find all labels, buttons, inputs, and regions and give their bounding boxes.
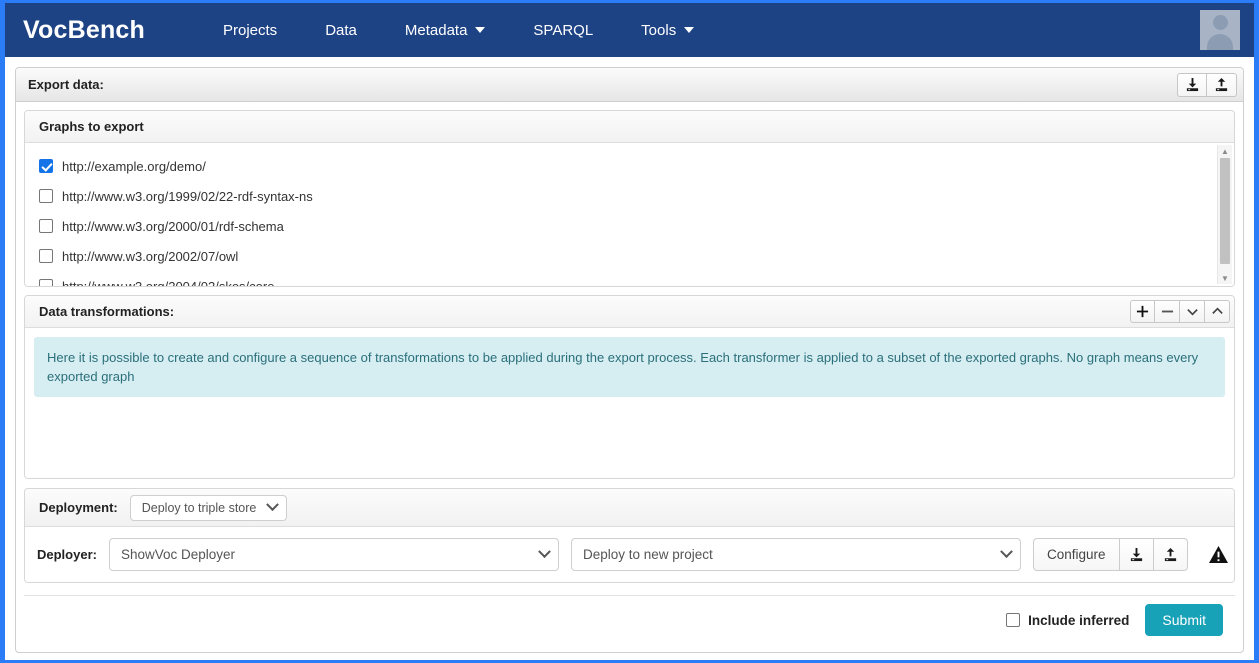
include-inferred-box[interactable] <box>1006 613 1021 627</box>
deployment-header: Deployment: Deploy to triple store <box>25 489 1234 527</box>
warning-triangle-icon[interactable] <box>1208 545 1229 564</box>
deployment-panel: Deployment: Deploy to triple store Deplo… <box>24 488 1235 583</box>
configure-label: Configure <box>1046 547 1106 562</box>
nav-label: SPARQL <box>533 21 594 39</box>
nav-item-metadata[interactable]: Metadata <box>381 16 510 45</box>
user-avatar-icon[interactable] <box>1200 10 1240 50</box>
graphs-list: http://example.org/demo/ http://www.w3.o… <box>25 143 1234 286</box>
graphs-title: Graphs to export <box>39 119 144 134</box>
transformations-panel-header: Data transformations: <box>25 296 1234 328</box>
include-inferred-checkbox[interactable]: Include inferred <box>1006 613 1129 628</box>
download-icon[interactable] <box>1119 538 1154 571</box>
graphs-to-export-panel: Graphs to export http://example.org/demo… <box>24 110 1235 287</box>
list-item[interactable]: http://www.w3.org/2000/01/rdf-schema <box>25 211 1234 241</box>
app-window: VocBench Projects Data Metadata SPARQL T… <box>0 0 1259 663</box>
transformations-body: Here it is possible to create and config… <box>25 328 1234 478</box>
remove-transformation-button[interactable] <box>1155 300 1180 323</box>
deploy-target-value: Deploy to new project <box>582 547 713 562</box>
export-data-panel: Export data: Graphs to export http://exa… <box>15 67 1244 653</box>
transformations-title: Data transformations: <box>39 304 175 319</box>
avatar-body <box>1207 34 1233 50</box>
move-up-button[interactable] <box>1205 300 1230 323</box>
graph-uri: http://www.w3.org/2004/02/skos/core <box>62 278 275 287</box>
graph-checkbox[interactable] <box>39 249 53 263</box>
export-header-actions <box>1177 72 1237 97</box>
list-item[interactable]: http://example.org/demo/ <box>25 151 1234 181</box>
transformations-info-message: Here it is possible to create and config… <box>34 337 1225 397</box>
scroll-up-arrow-icon[interactable]: ▲ <box>1218 145 1232 157</box>
graph-uri: http://www.w3.org/1999/02/22-rdf-syntax-… <box>62 188 313 204</box>
chevron-down-icon <box>475 27 486 33</box>
chevron-down-icon <box>266 498 280 512</box>
list-item[interactable]: http://www.w3.org/2002/07/owl <box>25 241 1234 271</box>
move-down-button[interactable] <box>1180 300 1205 323</box>
deployer-actions: Configure <box>1032 538 1188 571</box>
graph-uri: http://www.w3.org/2002/07/owl <box>62 248 239 264</box>
transformations-toolbar <box>1130 300 1230 323</box>
list-item[interactable]: http://www.w3.org/1999/02/22-rdf-syntax-… <box>25 181 1234 211</box>
deployer-label: Deployer: <box>37 547 97 562</box>
upload-icon[interactable] <box>1207 72 1237 97</box>
add-transformation-button[interactable] <box>1130 300 1155 323</box>
submit-button[interactable]: Submit <box>1145 604 1223 636</box>
graph-checkbox[interactable] <box>39 189 53 203</box>
export-footer: Include inferred Submit <box>24 595 1235 644</box>
nav-item-sparql[interactable]: SPARQL <box>509 16 617 45</box>
deployer-value: ShowVoc Deployer <box>120 547 236 562</box>
graph-uri: http://example.org/demo/ <box>62 158 206 174</box>
deployment-label: Deployment: <box>39 500 118 515</box>
scrollbar-thumb[interactable] <box>1220 158 1230 264</box>
nav-label: Metadata <box>404 21 468 39</box>
graph-checkbox[interactable] <box>39 219 53 233</box>
graph-uri: http://www.w3.org/2000/01/rdf-schema <box>62 218 284 234</box>
graphs-list-scrollbar[interactable]: ▲ ▼ <box>1217 145 1232 284</box>
scroll-down-arrow-icon[interactable]: ▼ <box>1218 272 1232 284</box>
deployer-select[interactable]: ShowVoc Deployer <box>108 538 559 571</box>
nav-label: Tools <box>641 21 677 39</box>
graph-checkbox[interactable] <box>39 159 53 173</box>
graph-checkbox[interactable] <box>39 279 53 286</box>
export-panel-header: Export data: <box>16 68 1243 102</box>
chevron-down-icon <box>684 27 695 33</box>
data-transformations-panel: Data transformations: Here it is possibl… <box>24 295 1235 479</box>
submit-label: Submit <box>1162 612 1206 628</box>
export-panel-body: Graphs to export http://example.org/demo… <box>16 102 1243 652</box>
list-item[interactable]: http://www.w3.org/2004/02/skos/core <box>25 271 1234 286</box>
nav-label: Data <box>325 21 357 39</box>
page-title: Export data: <box>28 77 104 92</box>
download-icon[interactable] <box>1177 72 1207 97</box>
avatar-head <box>1212 15 1228 30</box>
nav-item-tools[interactable]: Tools <box>617 16 718 45</box>
nav-item-data[interactable]: Data <box>301 16 381 45</box>
deployment-mode-select[interactable]: Deploy to triple store <box>129 494 288 521</box>
graphs-panel-header: Graphs to export <box>25 111 1234 143</box>
nav-label: Projects <box>223 21 278 39</box>
deploy-target-select[interactable]: Deploy to new project <box>570 538 1021 571</box>
chevron-down-icon <box>538 545 551 559</box>
deployer-row: Deployer: ShowVoc Deployer Deploy to new… <box>25 527 1234 582</box>
configure-button[interactable]: Configure <box>1032 538 1120 571</box>
brand-logo[interactable]: VocBench <box>23 16 145 45</box>
include-inferred-label: Include inferred <box>1028 612 1130 628</box>
nav-menu: Projects Data Metadata SPARQL Tools <box>199 16 718 45</box>
chevron-down-icon <box>1000 545 1013 559</box>
deployment-mode-value: Deploy to triple store <box>141 500 257 515</box>
nav-item-projects[interactable]: Projects <box>199 16 301 45</box>
top-navbar: VocBench Projects Data Metadata SPARQL T… <box>5 3 1254 57</box>
upload-icon[interactable] <box>1153 538 1188 571</box>
